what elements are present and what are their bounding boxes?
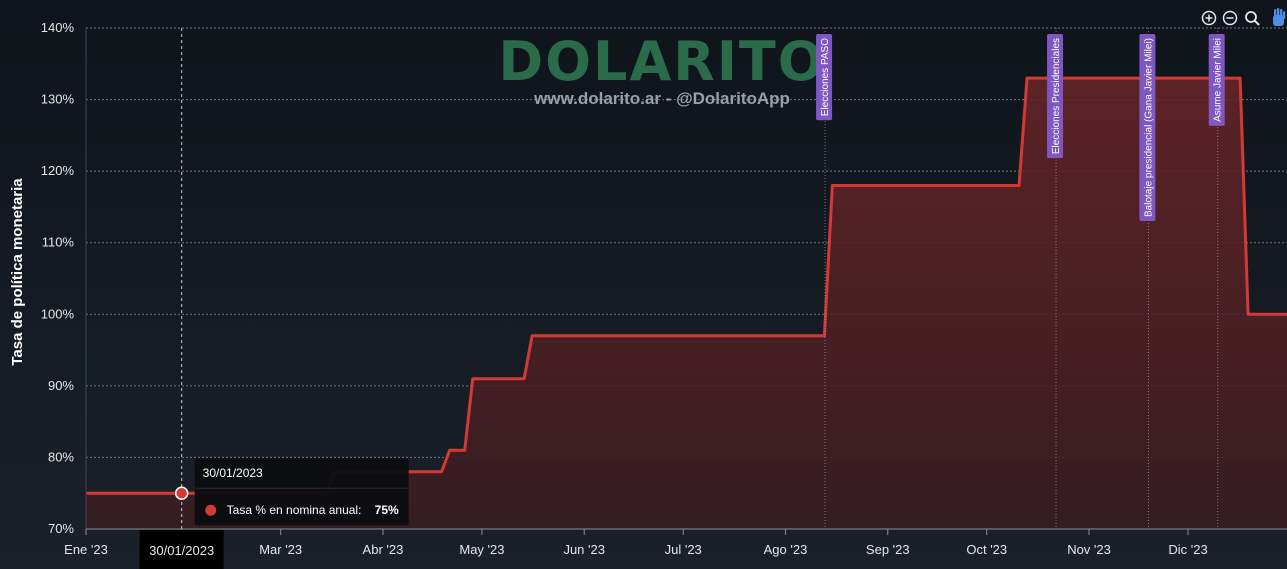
x-tick-label: Oct '23 <box>966 542 1007 557</box>
watermark-handle: www.dolarito.ar - @DolaritoApp <box>533 89 790 108</box>
x-tick-label: Ago '23 <box>764 542 808 557</box>
annotation-label: Balotaje presidencial (Gana Javier Milei… <box>1139 34 1156 221</box>
annotation-label: Elecciones Presidenciales <box>1047 34 1064 159</box>
watermark: DOLARITO www.dolarito.ar - @DolaritoApp <box>498 30 825 108</box>
x-tick-label: May '23 <box>459 542 504 557</box>
x-tick-label: Nov '23 <box>1067 542 1111 557</box>
tooltip-value: 75% <box>375 503 399 517</box>
annotation-text: Elecciones PASO <box>820 38 831 116</box>
y-tick-label: 80% <box>48 449 74 464</box>
y-tick-label: 120% <box>41 163 75 178</box>
x-tick-label: Sep '23 <box>866 542 910 557</box>
tooltip-series-dot <box>205 504 217 516</box>
tooltip-title: 30/01/2023 <box>203 466 263 480</box>
y-tick-label: 110% <box>42 235 75 250</box>
y-tick-label: 140% <box>41 20 75 35</box>
x-tick-label: Jun '23 <box>563 542 605 557</box>
annotation-label: Asume Javier Milei <box>1208 34 1225 126</box>
crosshair-date-label: 30/01/2023 <box>149 543 214 558</box>
hover-marker <box>174 486 189 500</box>
y-tick-label: 70% <box>48 521 74 536</box>
annotation-text: Asume Javier Milei <box>1213 38 1224 122</box>
x-tick-label: Dic '23 <box>1168 542 1207 557</box>
y-tick-label: 130% <box>41 92 75 107</box>
annotation-text: Elecciones Presidenciales <box>1051 38 1062 154</box>
y-tick-label: 90% <box>48 378 74 393</box>
watermark-brand: DOLARITO <box>498 30 825 93</box>
y-axis-title: Tasa de política monetaria <box>9 178 26 366</box>
annotation-text: Balotaje presidencial (Gana Javier Milei… <box>1143 38 1154 217</box>
rate-chart[interactable]: DOLARITO www.dolarito.ar - @DolaritoApp … <box>0 0 1287 569</box>
x-tick-label: Abr '23 <box>363 542 404 557</box>
tooltip: 30/01/2023 Tasa % en nomina anual: 75% <box>194 458 409 526</box>
x-tick-label: Mar '23 <box>259 542 302 557</box>
annotation-label: Elecciones PASO <box>816 34 833 121</box>
tooltip-series-label: Tasa % en nomina anual: <box>227 503 362 517</box>
y-tick-label: 100% <box>41 306 75 321</box>
x-tick-label: Ene '23 <box>64 542 108 557</box>
x-tick-label: Jul '23 <box>665 542 702 557</box>
